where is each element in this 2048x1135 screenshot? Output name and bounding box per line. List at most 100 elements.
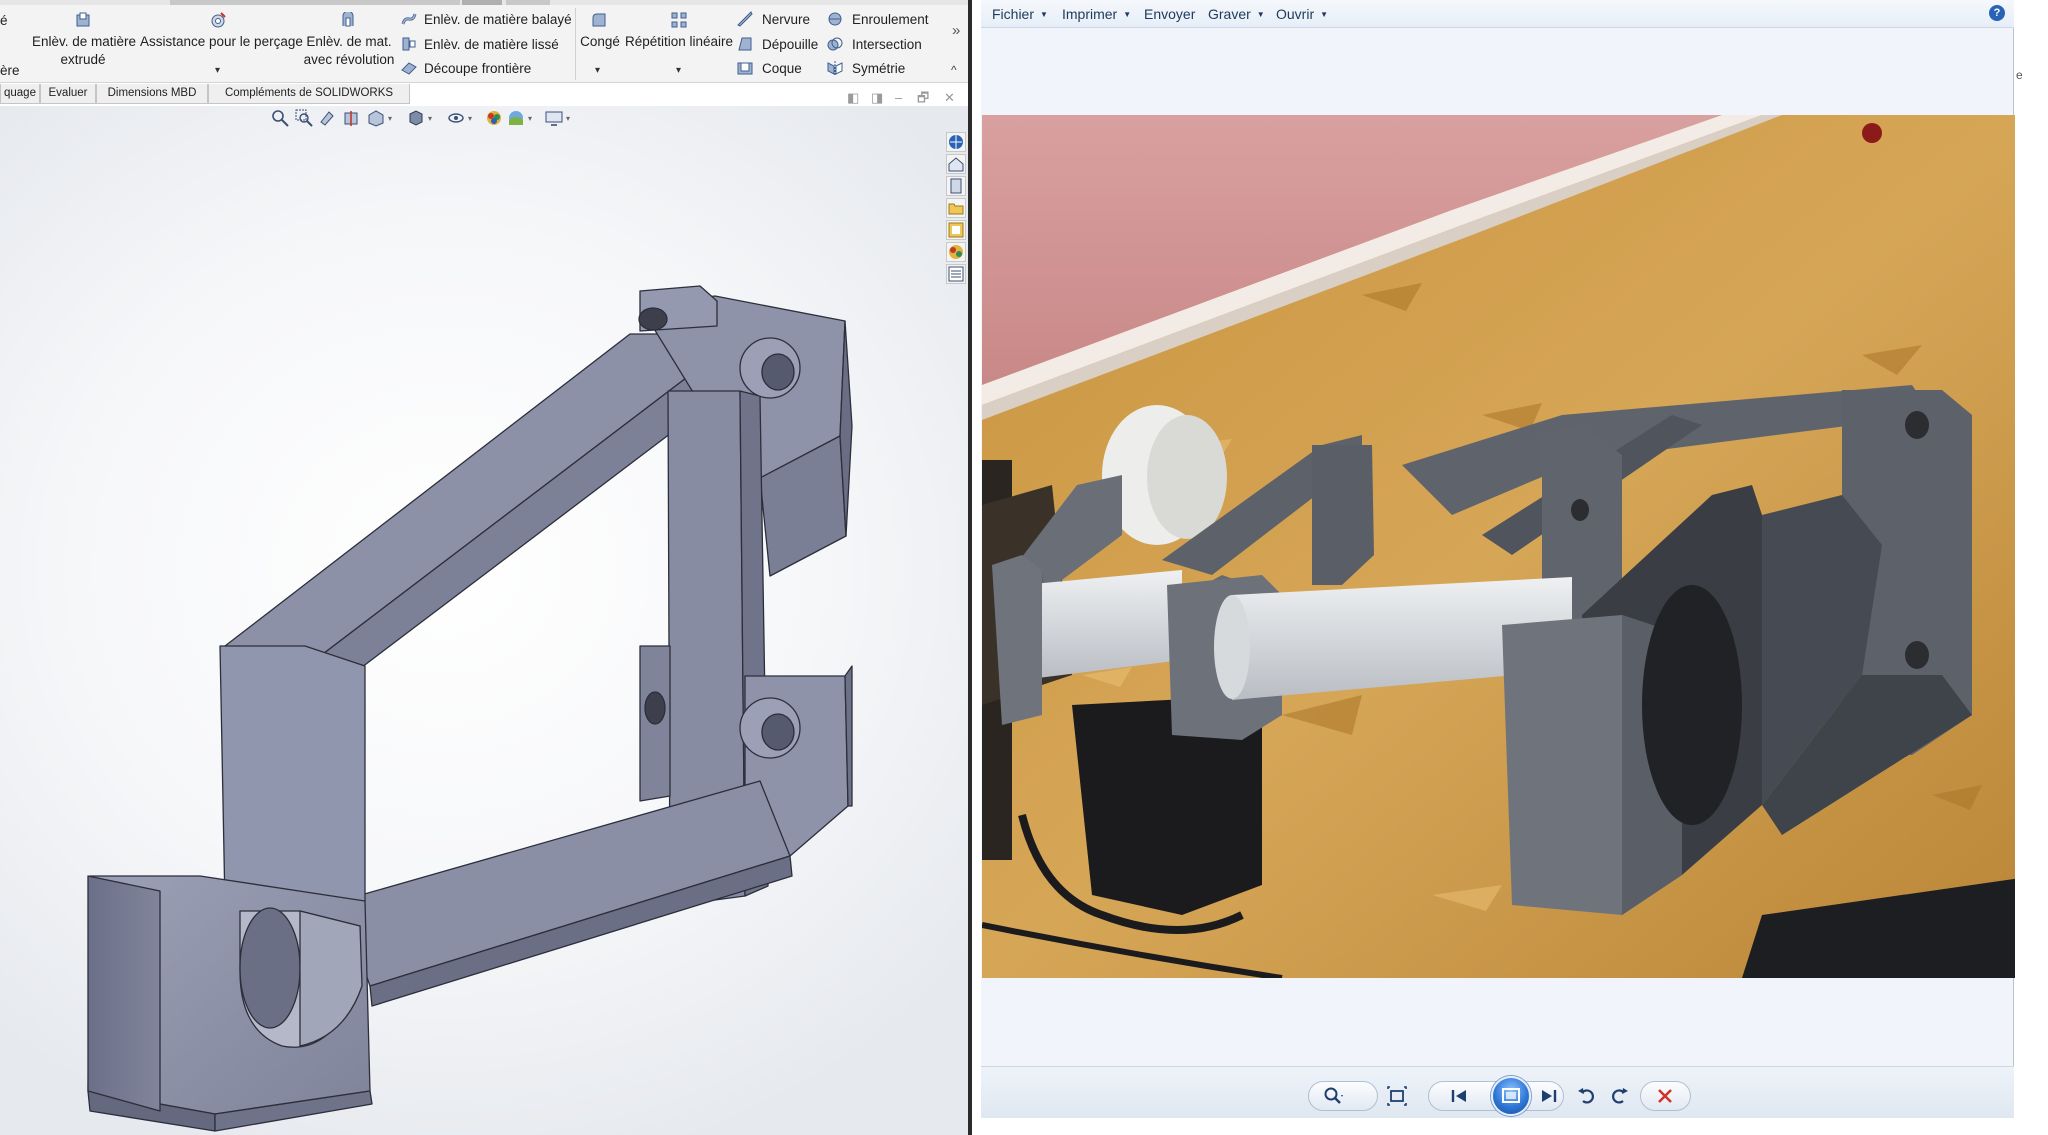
view-settings-icon[interactable] — [544, 108, 564, 128]
previous-icon[interactable] — [1448, 1085, 1470, 1107]
revolved-cut-icon — [340, 12, 356, 28]
extruded-cut-label-2: extrudé — [60, 52, 106, 67]
partial-label-bottom: ère — [0, 63, 20, 78]
rotate-counterclockwise-icon[interactable] — [1576, 1085, 1598, 1107]
heads-up-view-toolbar: ▾ ▾ ▾ ▾ ▾ — [268, 108, 588, 130]
viewer-control-bar — [981, 1066, 2014, 1118]
intersect-icon — [827, 36, 843, 52]
ribbon-more-chevron-icon[interactable]: » — [952, 22, 960, 39]
photo-viewer-frame: Fichier ▼ Imprimer ▼ Envoyer Graver ▼ Ouvri… — [981, 0, 2042, 1118]
menu-bar: Fichier ▼ Imprimer ▼ Envoyer Graver ▼ Ouvri… — [981, 0, 2014, 28]
menu-open[interactable]: Ouvrir ▼ — [1276, 6, 1328, 25]
edge-letter-right: e — [2016, 68, 2023, 82]
edit-appearance-icon[interactable] — [484, 108, 504, 128]
tab-mbd-dimensions[interactable]: Dimensions MBD — [96, 84, 208, 104]
shell-label: Coque — [762, 61, 802, 76]
design-library-icon[interactable] — [946, 176, 966, 196]
fillet-icon — [591, 12, 607, 28]
wrap-label: Enroulement — [852, 12, 929, 27]
hole-wizard-label: Assistance pour le perçage — [140, 34, 303, 49]
photo-viewer-window: Fichier ▼ Imprimer ▼ Envoyer Graver ▼ Ouvri… — [972, 0, 2048, 1135]
tab-evaluate[interactable]: Evaluer — [40, 84, 96, 104]
fillet-dropdown-icon[interactable]: ▾ — [595, 66, 600, 76]
right-background-area — [2015, 0, 2048, 1135]
photo-image — [982, 115, 2042, 978]
3d-part-model[interactable] — [0, 106, 968, 1135]
menu-burn[interactable]: Graver ▼ — [1208, 6, 1265, 25]
view-orientation-dropdown-icon[interactable]: ▾ — [388, 114, 392, 123]
menu-file-label: Fichier — [992, 6, 1035, 22]
linear-pattern-icon — [671, 12, 687, 28]
custom-properties-icon[interactable] — [946, 264, 966, 284]
rotate-clockwise-icon[interactable] — [1608, 1085, 1630, 1107]
zoom-to-area-icon[interactable] — [294, 108, 314, 128]
section-view-icon[interactable] — [342, 108, 362, 128]
partial-label-top: é — [0, 13, 8, 28]
previous-view-icon[interactable] — [318, 108, 338, 128]
desktop: é ère Enlèv. de matière extrudé Assistan… — [0, 0, 2048, 1135]
ribbon-collapse-chevron-icon[interactable]: ^ — [951, 62, 957, 79]
zoom-icon[interactable] — [1322, 1085, 1344, 1107]
display-style-dropdown-icon[interactable]: ▾ — [428, 114, 432, 123]
hide-show-dropdown-icon[interactable]: ▾ — [468, 114, 472, 123]
view-settings-dropdown-icon[interactable]: ▾ — [566, 114, 570, 123]
mirror-icon — [827, 60, 843, 76]
extruded-cut-icon — [75, 12, 91, 28]
chevron-down-icon: ▼ — [1256, 10, 1265, 19]
appearances-icon[interactable] — [946, 242, 966, 262]
file-explorer-icon[interactable] — [946, 198, 966, 218]
menu-print[interactable]: Imprimer ▼ — [1062, 6, 1131, 25]
hole-wizard-icon — [210, 12, 226, 28]
close-icon[interactable]: ✕ — [944, 91, 955, 105]
displayed-photo — [982, 115, 2042, 978]
lofted-cut-icon — [401, 36, 417, 52]
ribbon-top-strip — [0, 0, 968, 5]
chevron-down-icon: ▼ — [1040, 10, 1048, 19]
zoom-to-fit-icon[interactable] — [270, 108, 290, 128]
rib-icon — [737, 11, 753, 27]
help-icon[interactable]: ? — [1989, 5, 2005, 21]
boundary-cut-icon — [401, 60, 417, 76]
extruded-cut-label-1: Enlèv. de matière — [32, 34, 137, 49]
boundary-cut-label: Découpe frontière — [424, 61, 532, 76]
linear-pattern-label: Répétition linéaire — [624, 34, 734, 49]
revolved-cut-label-2: avec révolution — [303, 52, 395, 67]
view-orientation-icon[interactable] — [366, 108, 386, 128]
chevron-down-icon: ▼ — [1123, 10, 1132, 19]
menu-file[interactable]: Fichier ▼ — [992, 6, 1048, 25]
draft-label: Dépouille — [762, 37, 819, 52]
delete-icon[interactable] — [1654, 1085, 1676, 1107]
tab-partial[interactable]: quage — [0, 84, 40, 104]
task-pane-tabs — [946, 132, 968, 292]
linear-pattern-dropdown-icon[interactable]: ▾ — [676, 66, 681, 76]
fit-window-icon[interactable] — [1386, 1085, 1408, 1107]
display-style-icon[interactable] — [406, 108, 426, 128]
hole-wizard-dropdown-icon[interactable]: ▾ — [215, 66, 220, 76]
feature-ribbon: é ère Enlèv. de matière extrudé Assistan… — [0, 0, 968, 83]
menu-burn-label: Graver — [1208, 6, 1251, 22]
menu-email[interactable]: Envoyer — [1144, 6, 1195, 22]
home-icon[interactable] — [946, 154, 966, 174]
viewer-controls — [1308, 1076, 1691, 1116]
view-palette-icon[interactable] — [946, 220, 966, 240]
apply-scene-icon[interactable] — [506, 108, 526, 128]
slideshow-button[interactable] — [1491, 1076, 1531, 1116]
solidworks-resources-icon[interactable] — [946, 132, 966, 152]
minimize-icon[interactable]: – — [895, 91, 902, 105]
apply-scene-dropdown-icon[interactable]: ▾ — [528, 114, 532, 123]
tile-right-icon[interactable]: ◨ — [871, 91, 883, 105]
restore-icon[interactable]: 🗗 — [917, 91, 929, 105]
draft-icon — [737, 36, 753, 52]
hide-show-items-icon[interactable] — [446, 108, 466, 128]
tab-solidworks-addins[interactable]: Compléments de SOLIDWORKS — [208, 84, 410, 104]
swept-cut-icon — [401, 11, 417, 27]
fillet-label: Congé — [580, 34, 620, 49]
tile-left-icon[interactable]: ◧ — [847, 91, 859, 105]
chevron-down-icon: ▼ — [1320, 10, 1329, 19]
next-icon[interactable] — [1538, 1085, 1560, 1107]
revolved-cut-label-1: Enlèv. de mat. — [306, 34, 392, 49]
command-manager-tabs: quage Evaluer Dimensions MBD Compléments… — [0, 84, 968, 105]
menu-email-label: Envoyer — [1144, 6, 1196, 22]
wrap-icon — [827, 11, 843, 27]
graphics-area[interactable] — [0, 106, 968, 1135]
